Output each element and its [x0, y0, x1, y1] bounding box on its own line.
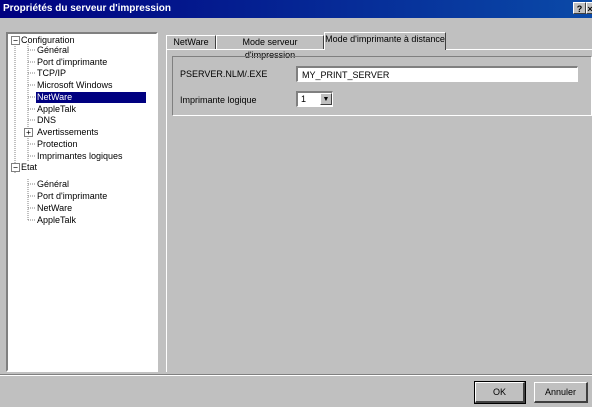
tree-item-microsoft-windows[interactable]: Microsoft Windows — [36, 80, 114, 91]
title-bar: Propriétés du serveur d'impression ? × — [0, 0, 592, 18]
tree-item-etat-general[interactable]: Général — [36, 179, 70, 190]
tree-item-netware-selected[interactable]: NetWare — [36, 92, 146, 103]
close-button[interactable]: × — [586, 2, 592, 14]
tree-item-etat-netware[interactable]: NetWare — [36, 203, 73, 214]
expand-icon[interactable]: + — [24, 128, 33, 137]
ok-button[interactable]: OK — [474, 381, 526, 404]
tree-view[interactable]: − Configuration Général Port d'imprimant… — [6, 32, 158, 372]
tree-node-etat[interactable]: Etat — [20, 162, 38, 173]
tab-mode-imprimante-distance[interactable]: Mode d'imprimante à distance — [324, 32, 446, 50]
logical-printer-select[interactable]: 1 ▼ — [296, 91, 333, 107]
tree-item-dns[interactable]: DNS — [36, 115, 57, 126]
tree-item-imprimantes-logiques[interactable]: Imprimantes logiques — [36, 151, 124, 162]
help-button[interactable]: ? — [573, 2, 586, 14]
pserver-input[interactable]: MY_PRINT_SERVER — [296, 66, 578, 82]
tab-netware[interactable]: NetWare — [166, 35, 216, 49]
pserver-label: PSERVER.NLM/.EXE — [180, 69, 268, 79]
logical-printer-label: Imprimante logique — [180, 95, 257, 105]
logical-printer-value: 1 — [301, 94, 307, 104]
window-title: Propriétés du serveur d'impression — [3, 3, 171, 14]
tree-item-appletalk[interactable]: AppleTalk — [36, 104, 77, 115]
settings-group — [172, 56, 592, 116]
separator — [0, 374, 592, 376]
tree-item-port[interactable]: Port d'imprimante — [36, 57, 108, 68]
tree-item-tcpip[interactable]: TCP/IP — [36, 68, 67, 79]
cancel-button[interactable]: Annuler — [534, 382, 588, 403]
tree-item-protection[interactable]: Protection — [36, 139, 79, 150]
collapse-icon[interactable]: − — [11, 36, 20, 45]
tree-item-etat-port[interactable]: Port d'imprimante — [36, 191, 108, 202]
tree-item-general[interactable]: Général — [36, 45, 70, 56]
tree-item-avertissements[interactable]: Avertissements — [36, 127, 99, 138]
tab-mode-serveur[interactable]: Mode serveur d'impression — [216, 35, 324, 60]
dropdown-arrow-icon[interactable]: ▼ — [320, 93, 332, 105]
tree-item-etat-appletalk[interactable]: AppleTalk — [36, 215, 77, 226]
collapse-icon[interactable]: − — [11, 163, 20, 172]
